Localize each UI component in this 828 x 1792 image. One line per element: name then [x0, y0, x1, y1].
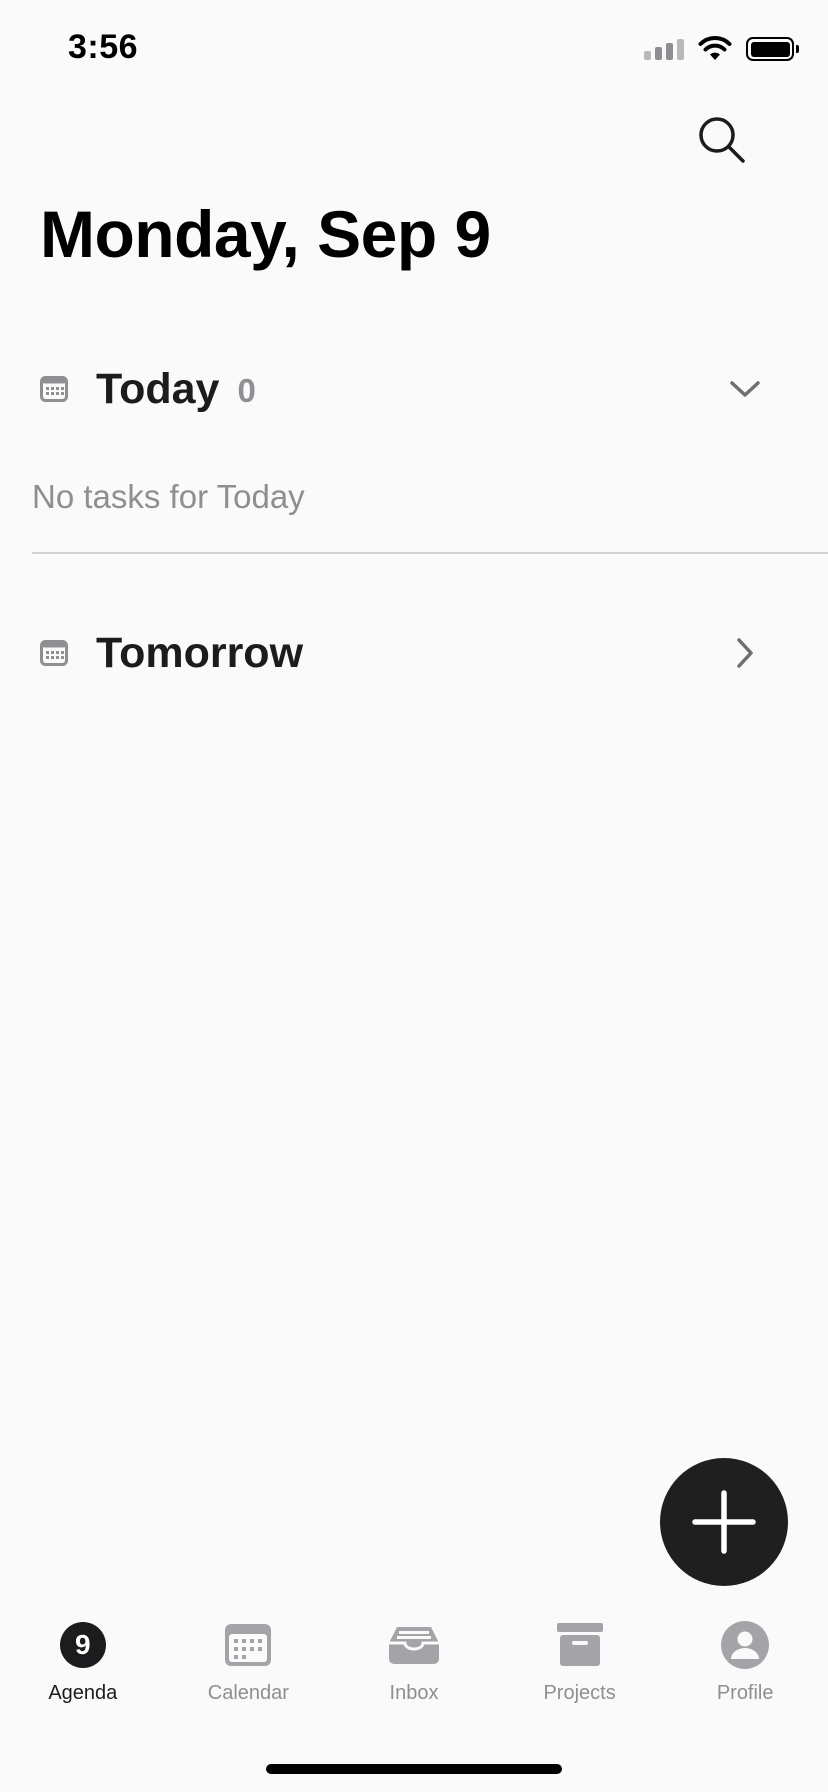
tab-inbox[interactable]: Inbox: [331, 1618, 497, 1728]
chevron-right-icon[interactable]: [722, 630, 768, 676]
tab-agenda-label: Agenda: [48, 1682, 118, 1704]
chevron-down-icon[interactable]: [722, 366, 768, 412]
archive-box-icon: [550, 1618, 610, 1672]
tab-profile-label: Profile: [716, 1682, 774, 1704]
tab-agenda[interactable]: 9 Agenda: [0, 1618, 166, 1728]
status-indicators: [644, 36, 799, 62]
agenda-date-badge: 9: [59, 1622, 106, 1668]
tab-inbox-label: Inbox: [389, 1682, 439, 1704]
tab-projects-label: Projects: [543, 1682, 616, 1704]
section-today-label: Today: [96, 364, 220, 413]
agenda-screen: 3:56 Monday, Sep 9 Today 0 No tasks for …: [0, 0, 828, 1792]
search-icon: [699, 117, 745, 163]
calendar-icon: [36, 371, 72, 407]
calendar-icon: [36, 635, 72, 671]
section-today-count: 0: [237, 372, 256, 409]
person-circle-icon: [715, 1618, 775, 1672]
wifi-icon: [698, 36, 732, 60]
add-task-button[interactable]: [660, 1458, 788, 1586]
section-tomorrow-label: Tomorrow: [96, 628, 304, 677]
section-tomorrow-header[interactable]: Tomorrow: [32, 618, 788, 688]
status-time: 3:56: [68, 28, 139, 66]
calendar-icon: [218, 1618, 278, 1672]
status-bar: 3:56: [0, 0, 828, 100]
tab-calendar[interactable]: Calendar: [166, 1618, 332, 1728]
search-button[interactable]: [694, 112, 750, 168]
empty-today-message: No tasks for Today: [32, 478, 305, 515]
agenda-icon: 9: [53, 1618, 113, 1672]
page-title: Monday, Sep 9: [40, 197, 491, 271]
tab-profile[interactable]: Profile: [662, 1618, 828, 1728]
cellular-signal-icon: [644, 38, 684, 60]
tab-projects[interactable]: Projects: [497, 1618, 663, 1728]
inbox-tray-icon: [384, 1618, 444, 1672]
tab-calendar-label: Calendar: [207, 1682, 289, 1704]
section-today-header[interactable]: Today 0: [32, 354, 788, 424]
section-divider: [32, 552, 828, 554]
plus-icon: [692, 1490, 756, 1554]
tab-bar: 9 Agenda Calendar Inbox Projects Profile: [0, 1618, 828, 1728]
battery-icon: [746, 37, 799, 61]
home-indicator[interactable]: [266, 1764, 562, 1774]
